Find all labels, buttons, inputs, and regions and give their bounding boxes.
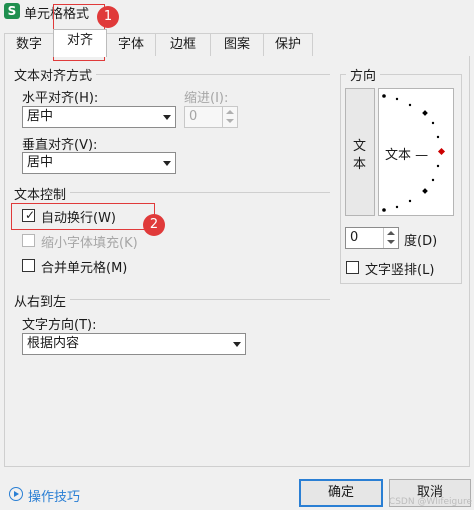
horizontal-align-label: 水平对齐(H): — [22, 91, 99, 106]
tab-number[interactable]: 数字 — [4, 33, 54, 56]
chevron-down-icon — [163, 161, 171, 166]
help-link[interactable]: 操作技巧 — [28, 486, 80, 505]
arrow-up-icon — [387, 231, 395, 235]
dial-text: 文本 — — [385, 148, 429, 163]
degree-value: 0 — [350, 230, 359, 245]
callout-box-wrap-text — [11, 203, 155, 230]
arrow-down-icon — [387, 240, 395, 244]
group-title-rtl: 从右到左 — [14, 291, 71, 310]
group-title-text-control: 文本控制 — [14, 184, 71, 203]
vertical-align-value: 居中 — [27, 155, 54, 170]
tab-pattern[interactable]: 图案 — [210, 33, 264, 56]
app-icon: S — [4, 3, 20, 19]
group-title-orientation: 方向 — [346, 65, 381, 84]
vertical-text-button[interactable]: 文 本 — [345, 88, 375, 216]
merge-cells-checkbox[interactable] — [22, 259, 35, 272]
horizontal-align-value: 居中 — [27, 109, 54, 124]
watermark: CSDN @Wlifeigure — [388, 497, 472, 507]
indent-label: 缩进(I): — [184, 91, 229, 106]
orientation-dial[interactable]: 文本 — — [378, 88, 454, 216]
vertical-text-char-1: 文 — [353, 139, 367, 154]
vertical-text-char-2: 本 — [353, 157, 367, 172]
ok-button[interactable]: 确定 — [299, 479, 383, 507]
text-direction-label: 文字方向(T): — [22, 318, 97, 333]
play-circle-icon[interactable] — [9, 487, 23, 501]
vertical-align-select[interactable]: 居中 — [22, 152, 176, 174]
tab-alignment[interactable]: 对齐 — [53, 29, 107, 57]
degree-stepper[interactable]: 0 — [345, 227, 399, 249]
callout-badge-2: 2 — [143, 214, 165, 236]
degree-label: 度(D) — [404, 234, 438, 249]
chevron-down-icon — [163, 115, 171, 120]
callout-badge-1: 1 — [97, 6, 119, 28]
tab-protection[interactable]: 保护 — [263, 33, 313, 56]
text-direction-select[interactable]: 根据内容 — [22, 333, 246, 355]
chevron-down-icon — [233, 342, 241, 347]
shrink-to-fit-checkbox[interactable] — [22, 234, 35, 247]
shrink-to-fit-label[interactable]: 缩小字体填充(K) — [41, 232, 138, 251]
tab-border[interactable]: 边框 — [155, 33, 211, 56]
merge-cells-label[interactable]: 合并单元格(M) — [41, 257, 127, 276]
tab-font[interactable]: 字体 — [106, 33, 156, 56]
vertical-text-label[interactable]: 文字竖排(L) — [365, 259, 434, 278]
vertical-text-checkbox[interactable] — [346, 261, 359, 274]
indent-value: 0 — [189, 109, 198, 124]
arrow-down-icon — [226, 119, 234, 123]
horizontal-align-select[interactable]: 居中 — [22, 106, 176, 128]
group-title-text-alignment: 文本对齐方式 — [14, 65, 97, 84]
text-direction-value: 根据内容 — [27, 336, 80, 351]
arrow-up-icon — [226, 110, 234, 114]
indent-stepper[interactable]: 0 — [184, 106, 238, 128]
vertical-align-label: 垂直对齐(V): — [22, 138, 98, 153]
